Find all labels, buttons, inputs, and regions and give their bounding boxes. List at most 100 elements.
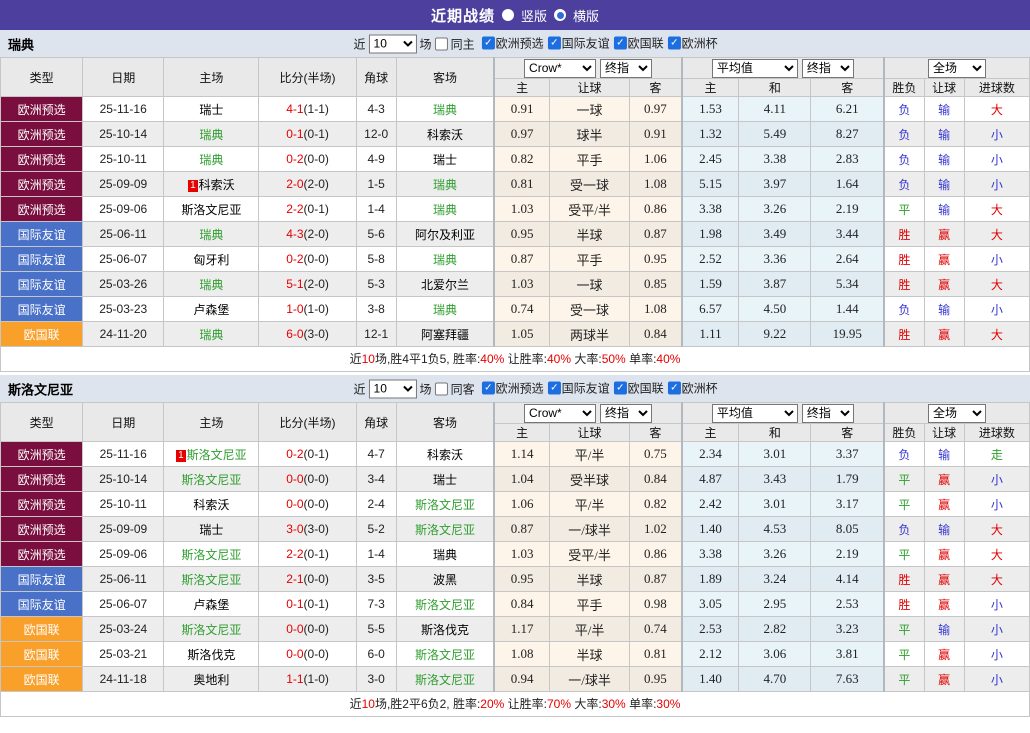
checkbox-checked-icon[interactable] — [614, 37, 627, 50]
horizontal-layout-radio-icon[interactable] — [554, 9, 566, 21]
let-away-cell: 0.98 — [630, 592, 682, 617]
let-line-cell: 平/半 — [549, 617, 629, 642]
header-cell: 角球 — [356, 58, 396, 97]
avg-home-cell: 1.32 — [682, 122, 739, 147]
let-home-cell: 1.03 — [494, 197, 549, 222]
same-side-label[interactable]: 同主 — [451, 35, 475, 52]
checkbox-checked-icon[interactable] — [548, 382, 561, 395]
match-count-select[interactable]: 10 — [369, 34, 417, 53]
let-line-cell: 平/半 — [549, 442, 629, 467]
away-team-cell: 阿尔及利亚 — [396, 222, 494, 247]
match-row: 欧国联24-11-18奥地利1-1(1-0)3-0斯洛文尼亚0.94一/球半0.… — [1, 667, 1030, 692]
average-source-select[interactable]: 平均值 — [712, 59, 798, 78]
avg-draw-cell: 3.36 — [739, 247, 811, 272]
let-away-cell: 1.08 — [630, 172, 682, 197]
let-line-cell: 半球 — [549, 642, 629, 667]
avg-draw-cell: 4.53 — [739, 517, 811, 542]
let-away-cell: 0.82 — [630, 492, 682, 517]
let-home-cell: 0.87 — [494, 517, 549, 542]
subheader-cell: 客 — [811, 79, 884, 97]
match-type-cell: 欧洲预选 — [1, 442, 83, 467]
result-cell: 负 — [884, 122, 924, 147]
horizontal-layout-label[interactable]: 横版 — [573, 6, 599, 25]
home-team-name: 卢森堡 — [193, 598, 229, 612]
summary-text: 大率: — [571, 697, 602, 711]
checkbox-checked-icon[interactable] — [668, 37, 681, 50]
checkbox-checked-icon[interactable] — [548, 37, 561, 50]
league-label: 欧洲杯 — [682, 380, 718, 397]
goals-cell: 小 — [964, 642, 1029, 667]
let-home-cell: 0.97 — [494, 122, 549, 147]
match-row: 国际友谊25-06-11斯洛文尼亚2-1(0-0)3-5波黑0.95半球0.87… — [1, 567, 1030, 592]
avg-home-cell: 5.15 — [682, 172, 739, 197]
avg-home-cell: 2.34 — [682, 442, 739, 467]
league-checkbox-item[interactable]: 国际友谊 — [548, 35, 610, 52]
match-type-cell: 欧洲预选 — [1, 517, 83, 542]
average-final-select[interactable]: 终指 — [802, 59, 854, 78]
fulltime-score: 0-1 — [286, 127, 303, 141]
away-team-cell: 瑞士 — [396, 147, 494, 172]
goals-cell: 小 — [964, 122, 1029, 147]
result-cell: 平 — [884, 617, 924, 642]
score-cell: 0-2(0-0) — [259, 247, 356, 272]
odds-source-select[interactable]: Crow* — [524, 404, 596, 423]
league-checkbox-item[interactable]: 欧洲预选 — [482, 35, 544, 52]
vertical-layout-radio-icon[interactable] — [502, 9, 514, 21]
let-away-cell: 1.02 — [630, 517, 682, 542]
league-checkbox-item[interactable]: 欧国联 — [614, 35, 664, 52]
subheader-cell: 让球 — [549, 79, 629, 97]
results-table: 类型日期主场比分(半场)角球客场Crow*终指平均值终指全场主让球客主和客胜负让… — [0, 57, 1030, 347]
away-team-cell: 斯洛伐克 — [396, 617, 494, 642]
league-checkbox-item[interactable]: 欧洲预选 — [482, 380, 544, 397]
date-cell: 25-10-14 — [83, 122, 164, 147]
full-match-select[interactable]: 全场 — [928, 59, 986, 78]
full-match-select[interactable]: 全场 — [928, 404, 986, 423]
let-result-cell: 输 — [924, 517, 964, 542]
filter-games-label: 场 — [420, 35, 432, 52]
let-result-cell: 输 — [924, 197, 964, 222]
vertical-layout-label[interactable]: 竖版 — [521, 6, 547, 25]
let-home-cell: 1.03 — [494, 542, 549, 567]
average-source-select[interactable]: 平均值 — [712, 404, 798, 423]
home-team-cell: 瑞士 — [164, 97, 259, 122]
home-team-cell: 瑞典 — [164, 122, 259, 147]
same-side-checkbox[interactable] — [435, 37, 448, 50]
avg-away-cell: 2.19 — [811, 542, 884, 567]
score-cell: 0-2(0-1) — [259, 442, 356, 467]
full-match-group-header: 全场 — [884, 403, 1029, 424]
match-type-label: 欧洲预选 — [18, 203, 66, 217]
odds-final-select[interactable]: 终指 — [600, 59, 652, 78]
away-team-name: 瑞典 — [433, 103, 457, 117]
score-cell: 1-0(1-0) — [259, 297, 356, 322]
team-section-slovenia: 斯洛文尼亚 近 10 场 同客 欧洲预选国际友谊欧国联欧洲杯 类型日期主场比分(… — [0, 375, 1030, 717]
checkbox-checked-icon[interactable] — [668, 382, 681, 395]
league-checkbox-item[interactable]: 欧国联 — [614, 380, 664, 397]
goals-cell: 小 — [964, 172, 1029, 197]
date-cell: 25-09-06 — [83, 542, 164, 567]
corner-cell: 3-5 — [356, 567, 396, 592]
corner-cell: 12-1 — [356, 322, 396, 347]
average-final-select[interactable]: 终指 — [802, 404, 854, 423]
result-cell: 胜 — [884, 592, 924, 617]
match-row: 欧洲预选25-10-14瑞典0-1(0-1)12-0科索沃0.97球半0.911… — [1, 122, 1030, 147]
odds-final-select[interactable]: 终指 — [600, 404, 652, 423]
avg-home-cell: 2.52 — [682, 247, 739, 272]
same-side-checkbox[interactable] — [435, 382, 448, 395]
match-row: 欧国联25-03-24斯洛文尼亚0-0(0-0)5-5斯洛伐克1.17平/半0.… — [1, 617, 1030, 642]
avg-away-cell: 3.23 — [811, 617, 884, 642]
let-result-cell: 输 — [924, 97, 964, 122]
checkbox-checked-icon[interactable] — [482, 382, 495, 395]
home-team-name: 瑞士 — [199, 523, 223, 537]
league-checkbox-item[interactable]: 欧洲杯 — [668, 380, 718, 397]
league-checkbox-item[interactable]: 欧洲杯 — [668, 35, 718, 52]
match-type-label: 国际友谊 — [18, 303, 66, 317]
away-team-cell: 瑞典 — [396, 172, 494, 197]
match-count-select[interactable]: 10 — [369, 379, 417, 398]
checkbox-checked-icon[interactable] — [614, 382, 627, 395]
let-away-cell: 0.84 — [630, 467, 682, 492]
checkbox-checked-icon[interactable] — [482, 37, 495, 50]
same-side-label[interactable]: 同客 — [451, 380, 475, 397]
league-checkbox-item[interactable]: 国际友谊 — [548, 380, 610, 397]
corner-cell: 5-3 — [356, 272, 396, 297]
odds-source-select[interactable]: Crow* — [524, 59, 596, 78]
